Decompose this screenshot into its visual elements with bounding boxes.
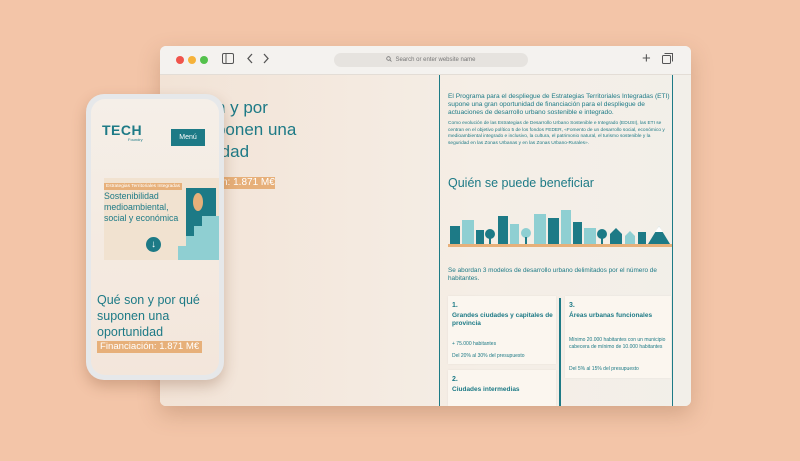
card-number: 2.	[452, 376, 458, 383]
mobile-screen: TECH Foundry Menú Estrategias Territoria…	[91, 99, 219, 375]
address-placeholder: Search or enter website name	[395, 57, 476, 63]
tech-logo[interactable]: TECH	[102, 122, 142, 138]
mobile-phone: TECH Foundry Menú Estrategias Territoria…	[86, 94, 224, 380]
card-budget: Del 5% al 15% del presupuesto	[569, 366, 639, 372]
card-number: 3.	[569, 302, 575, 309]
detail-paragraph: Como evolución de las Estrategias de Des…	[448, 121, 665, 146]
address-bar[interactable]: Search or enter website name	[334, 53, 528, 67]
back-icon[interactable]	[246, 53, 254, 67]
model-card-3: 3. Áreas urbanas funcionales Mínimo 20.0…	[565, 296, 671, 378]
close-window-button[interactable]	[176, 56, 184, 64]
minimize-window-button[interactable]	[188, 56, 196, 64]
card-budget: Del 20% al 30% del presupuesto	[452, 353, 525, 359]
arrow-down-icon[interactable]: ↓	[146, 237, 161, 252]
models-paragraph: Se abordan 3 modelos de desarrollo urban…	[448, 267, 657, 282]
browser-window: Search or enter website name + són y por…	[160, 46, 691, 406]
mobile-financing-badge: Financiación: 1.871 M€	[97, 341, 203, 353]
stairs-illustration	[178, 188, 219, 260]
category-tag: Estrategias Territoriales Integradas	[104, 183, 183, 190]
hero-title: Sostenibilidad medioambiental, social y …	[104, 191, 179, 223]
search-icon	[386, 56, 393, 64]
model-card-2: 2. Ciudades intermedias	[448, 370, 556, 406]
section-title: Quién se puede beneficiar	[448, 176, 594, 190]
card-number: 1.	[452, 302, 458, 309]
intro-paragraph: El Programa para el despliegue de Estrat…	[448, 93, 670, 116]
mobile-heading: Qué son y por qué suponen una oportunida…	[97, 293, 200, 339]
card-population: Mínimo 20.000 habitantes con un municipi…	[569, 337, 666, 350]
card-population: + 75.000 habitantes	[452, 341, 497, 347]
maximize-window-button[interactable]	[200, 56, 208, 64]
new-tab-icon[interactable]: +	[642, 51, 651, 66]
forward-icon[interactable]	[262, 53, 270, 67]
model-card-1: 1. Grandes ciudades y capitales de provi…	[448, 296, 556, 364]
card-title: Áreas urbanas funcionales	[569, 312, 653, 319]
sidebar-icon[interactable]	[222, 53, 234, 67]
logo-subtitle: Foundry	[128, 137, 143, 142]
menu-button[interactable]: Menú	[171, 129, 205, 146]
browser-toolbar: Search or enter website name +	[160, 46, 691, 75]
card-title: Grandes ciudades y capitales de provinci…	[452, 312, 553, 327]
city-skyline-illustration	[448, 210, 672, 247]
card-title: Ciudades intermedias	[452, 386, 520, 393]
tabs-icon[interactable]	[662, 53, 673, 67]
